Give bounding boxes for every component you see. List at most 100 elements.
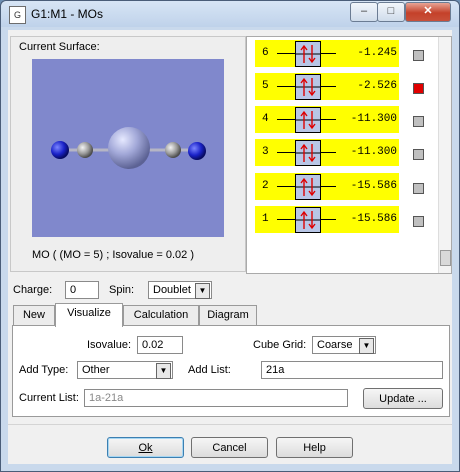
cancel-button[interactable]: Cancel (191, 437, 268, 458)
orbital-number: 6 (262, 47, 269, 59)
chevron-down-icon[interactable]: ▼ (156, 363, 171, 379)
orbital-level-line-right (320, 86, 336, 87)
add-type-select[interactable]: Other ▼ (77, 361, 173, 379)
orbital-level-line-right (320, 219, 336, 220)
isovalue-field[interactable]: 0.02 (137, 336, 183, 354)
tab-new[interactable]: New (13, 305, 55, 326)
surface-panel: Current Surface: MO ( (MO = 5) ; Isovalu… (10, 36, 246, 272)
orbital-level-line-right (320, 119, 336, 120)
molecule-svg (51, 127, 206, 169)
charge-label: Charge: (13, 284, 53, 296)
maximize-button[interactable]: □ (377, 2, 405, 22)
orbital-level-line-right (320, 186, 336, 187)
update-button[interactable]: Update ... (363, 388, 443, 409)
cancel-label: Cancel (212, 442, 247, 454)
orbital-level-line-right (320, 152, 336, 153)
orbital-energy: -15.586 (350, 213, 397, 225)
spin-select[interactable]: Doublet ▼ (148, 281, 212, 299)
orbital-row-5[interactable]: 5 -2.526 (255, 73, 399, 100)
chevron-down-icon[interactable]: ▼ (195, 283, 210, 299)
up-down-arrows-icon (296, 177, 320, 197)
orbital-energy: -15.586 (350, 180, 397, 192)
minimize-button[interactable]: – (350, 2, 378, 22)
mo-dialog-window: G G1:M1 - MOs – □ ✕ Current Surface: MO … (0, 0, 460, 472)
title-bar[interactable]: G G1:M1 - MOs – □ ✕ (1, 1, 459, 27)
carbon-atom-left (77, 142, 93, 158)
add-type-label: Add Type: (19, 364, 69, 376)
orbital-number: 2 (262, 180, 269, 192)
orbital-row-1[interactable]: 1 -15.586 (255, 206, 399, 233)
add-list-field[interactable]: 21a (261, 361, 443, 379)
orbital-number: 3 (262, 146, 269, 158)
document-icon: G (9, 6, 26, 24)
orbital-select-box-5[interactable] (413, 83, 424, 94)
orbital-select-box-1[interactable] (413, 216, 424, 227)
up-down-arrows-icon (296, 210, 320, 230)
electron-pair-box (295, 207, 321, 233)
orbital-energy: -1.245 (357, 47, 397, 59)
electron-pair-box (295, 140, 321, 166)
chevron-down-icon[interactable]: ▼ (359, 338, 374, 354)
tab-calculation[interactable]: Calculation (123, 305, 199, 326)
electron-pair-box (295, 41, 321, 67)
orbital-row-2[interactable]: 2 -15.586 (255, 173, 399, 200)
electron-pair-box (295, 74, 321, 100)
close-button[interactable]: ✕ (405, 2, 451, 22)
scrollbar-thumb[interactable] (440, 250, 451, 266)
tab-visualize[interactable]: Visualize (55, 303, 123, 327)
up-down-arrows-icon (296, 77, 320, 97)
add-list-label: Add List: (188, 364, 231, 376)
carbon-atom-right (165, 142, 181, 158)
help-button[interactable]: Help (276, 437, 353, 458)
add-type-value: Other (82, 364, 110, 376)
orbital-number: 4 (262, 113, 269, 125)
separator (8, 424, 452, 425)
orbital-list-panel: 6 -1.245 5 -2.526 4 -11.300 3 -11.300 2 -15.586 1 -… (246, 36, 452, 274)
orbital-energy: -2.526 (357, 80, 397, 92)
dialog-client-area: Current Surface: MO ( (MO = 5) ; Isovalu… (8, 30, 452, 464)
molecule-view[interactable] (32, 59, 224, 237)
up-down-arrows-icon (296, 143, 320, 163)
orbital-number: 5 (262, 80, 269, 92)
electron-pair-box (295, 107, 321, 133)
nitrogen-atom-right (188, 142, 206, 160)
ok-button[interactable]: Ok (107, 437, 184, 458)
orbital-select-box-4[interactable] (413, 116, 424, 127)
orbital-row-3[interactable]: 3 -11.300 (255, 139, 399, 166)
cube-grid-label: Cube Grid: (253, 339, 307, 351)
orbital-level-line-left (277, 186, 295, 187)
current-list-label: Current List: (19, 392, 79, 404)
ok-label: Ok (138, 442, 153, 454)
orbital-level-line-left (277, 53, 295, 54)
cube-grid-select[interactable]: Coarse ▼ (312, 336, 376, 354)
orbital-energy: -11.300 (350, 113, 397, 125)
orbital-row-4[interactable]: 4 -11.300 (255, 106, 399, 133)
orbital-select-box-6[interactable] (413, 50, 424, 61)
orbital-row-6[interactable]: 6 -1.245 (255, 40, 399, 67)
orbital-select-box-2[interactable] (413, 183, 424, 194)
metal-atom-center (108, 127, 150, 169)
current-surface-label: Current Surface: (19, 41, 100, 53)
orbital-energy: -11.300 (350, 146, 397, 158)
orbital-level-line-left (277, 119, 295, 120)
help-label: Help (303, 442, 326, 454)
orbital-level-line-left (277, 152, 295, 153)
nitrogen-atom-left (51, 141, 69, 159)
charge-field[interactable]: 0 (65, 281, 99, 299)
orbital-level-line-left (277, 86, 295, 87)
orbital-select-box-3[interactable] (413, 149, 424, 160)
current-list-field: 1a-21a (84, 389, 348, 407)
isovalue-label: Isovalue: (87, 339, 132, 351)
visualize-tab-panel: Isovalue: 0.02 Cube Grid: Coarse ▼ Add T… (12, 325, 450, 417)
cube-grid-value: Coarse (317, 339, 353, 351)
orbital-number: 1 (262, 213, 269, 225)
window-title: G1:M1 - MOs (31, 7, 104, 21)
mo-caption: MO ( (MO = 5) ; Isovalue = 0.02 ) (32, 249, 194, 261)
tab-diagram[interactable]: Diagram (199, 305, 257, 326)
electron-pair-box (295, 174, 321, 200)
spin-label: Spin: (109, 284, 135, 296)
up-down-arrows-icon (296, 44, 320, 64)
orbital-level-line-left (277, 219, 295, 220)
orbital-level-line-right (320, 53, 336, 54)
orbital-scrollbar[interactable] (438, 37, 451, 273)
